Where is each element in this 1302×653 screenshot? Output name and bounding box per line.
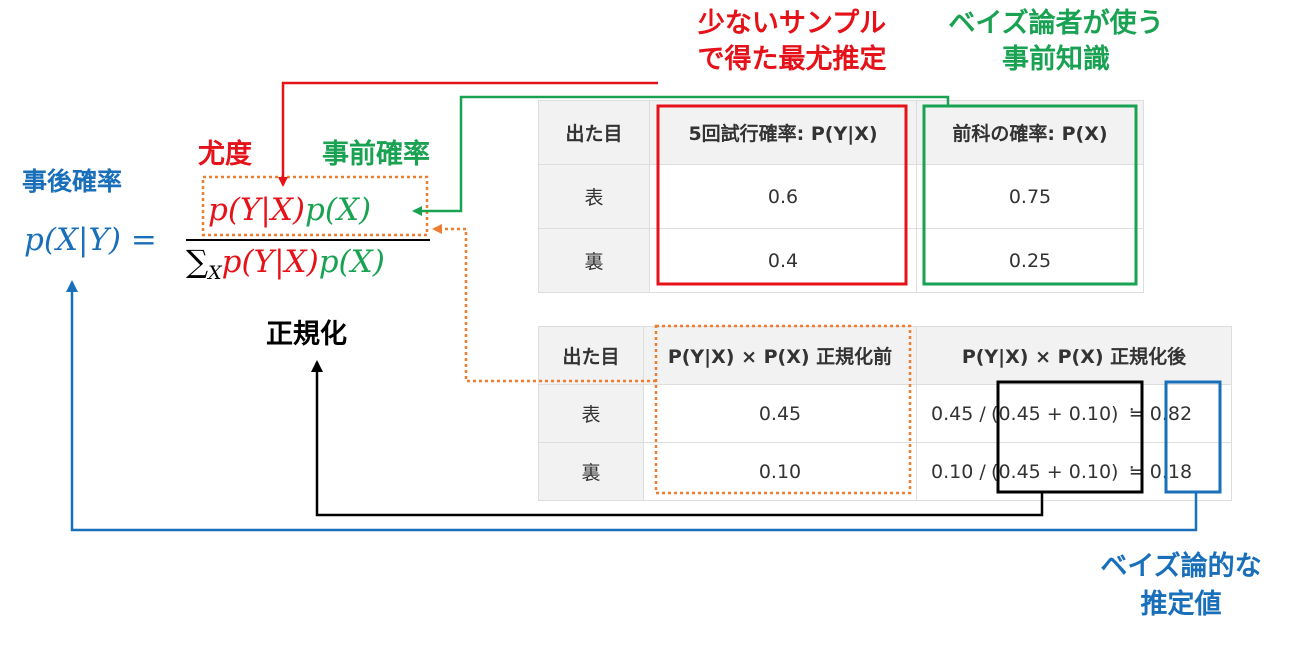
annotation-overlay — [66, 81, 1222, 532]
normalization-denominator-box — [996, 380, 1144, 494]
unnormalized-column-box — [654, 324, 912, 495]
numerator-dotted-box — [201, 175, 429, 237]
likelihood-arrow — [278, 81, 658, 187]
result-column-box — [1164, 380, 1222, 494]
prior-arrow — [412, 95, 950, 216]
normalization-arrow — [311, 360, 1044, 517]
unnormalized-arrow — [432, 224, 656, 383]
likelihood-column-box — [656, 104, 908, 286]
prior-column-box — [922, 104, 1138, 286]
